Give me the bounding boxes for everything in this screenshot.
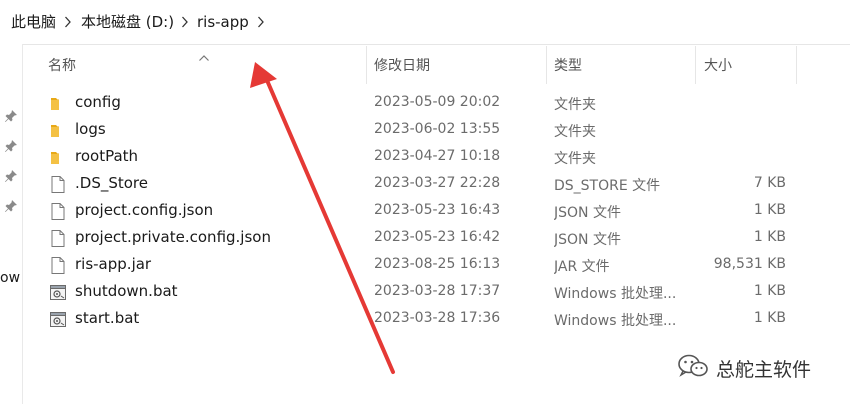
folder-icon <box>50 95 66 112</box>
breadcrumb-this-pc[interactable]: 此电脑 <box>11 13 56 31</box>
file-name: rootPath <box>75 147 139 165</box>
file-type: JSON 文件 <box>554 232 621 248</box>
file-type: 文件夹 <box>554 151 596 167</box>
file-row[interactable]: shutdown.bat 2023-03-28 17:37 Windows 批处理.… <box>46 279 806 306</box>
address-bar[interactable]: 此电脑 本地磁盘 (D:) ris-app <box>0 0 850 45</box>
file-type: 文件夹 <box>554 124 596 140</box>
file-size: 98,531 KB <box>713 256 786 272</box>
file-name: ris-app.jar <box>75 255 152 273</box>
watermark-text: 总舵主软件 <box>716 358 812 381</box>
file-row[interactable]: .DS_Store 2023-03-27 22:28 DS_STORE 文件 7 KB <box>46 171 806 198</box>
file-size: 1 KB <box>753 202 786 218</box>
file-name: project.config.json <box>75 201 214 219</box>
column-header-type[interactable]: 类型 <box>554 55 582 75</box>
column-divider[interactable] <box>695 46 696 84</box>
nav-item-label[interactable]: ow <box>0 270 20 286</box>
sort-ascending-icon <box>198 47 210 66</box>
file-modified-date: 2023-08-25 16:13 <box>374 256 501 272</box>
file-type: DS_STORE 文件 <box>554 178 661 194</box>
pin-icon[interactable] <box>4 198 18 212</box>
pin-icon[interactable] <box>4 138 18 152</box>
file-icon <box>50 230 66 247</box>
file-name: .DS_Store <box>75 174 148 192</box>
file-modified-date: 2023-06-02 13:55 <box>374 121 501 137</box>
batch-file-icon <box>50 311 66 328</box>
column-divider[interactable] <box>796 46 797 84</box>
file-name: shutdown.bat <box>75 282 178 300</box>
file-modified-date: 2023-03-27 22:28 <box>374 175 501 191</box>
file-icon <box>50 203 66 220</box>
file-size: 1 KB <box>753 310 786 326</box>
file-type: 文件夹 <box>554 97 596 113</box>
folder-icon <box>50 149 66 166</box>
file-type: JAR 文件 <box>554 259 610 275</box>
file-icon <box>50 176 66 193</box>
chevron-right-icon[interactable] <box>180 13 190 31</box>
navigation-pane[interactable]: ow <box>0 44 23 404</box>
file-row[interactable]: ris-app.jar 2023-08-25 16:13 JAR 文件 98,531 … <box>46 252 806 279</box>
file-modified-date: 2023-03-28 17:37 <box>374 283 501 299</box>
file-type: Windows 批处理... <box>554 313 677 329</box>
breadcrumb-local-disk[interactable]: 本地磁盘 (D:) <box>81 13 174 31</box>
file-row[interactable]: rootPath 2023-04-27 10:18 文件夹 <box>46 144 806 171</box>
file-size: 1 KB <box>753 283 786 299</box>
file-size: 1 KB <box>753 229 786 245</box>
file-row[interactable]: config 2023-05-09 20:02 文件夹 <box>46 90 806 117</box>
chevron-right-icon[interactable] <box>63 13 73 31</box>
watermark: 总舵主软件 <box>676 354 811 382</box>
file-name: project.private.config.json <box>75 228 271 246</box>
file-row[interactable]: start.bat 2023-03-28 17:36 Windows 批处理... 1… <box>46 306 806 333</box>
file-name: start.bat <box>75 309 140 327</box>
file-row[interactable]: project.private.config.json 2023-05-23 16… <box>46 225 806 252</box>
pin-icon[interactable] <box>4 108 18 122</box>
file-modified-date: 2023-05-23 16:42 <box>374 229 501 245</box>
file-row[interactable]: logs 2023-06-02 13:55 文件夹 <box>46 117 806 144</box>
column-divider[interactable] <box>366 46 367 84</box>
file-modified-date: 2023-04-27 10:18 <box>374 148 501 164</box>
wechat-icon <box>676 353 710 383</box>
chevron-right-icon[interactable] <box>256 13 266 31</box>
batch-file-icon <box>50 284 66 301</box>
file-modified-date: 2023-03-28 17:36 <box>374 310 501 326</box>
file-modified-date: 2023-05-09 20:02 <box>374 94 501 110</box>
pin-icon[interactable] <box>4 168 18 182</box>
file-type: Windows 批处理... <box>554 286 677 302</box>
file-name: config <box>75 93 121 111</box>
file-type: JSON 文件 <box>554 205 621 221</box>
file-icon <box>50 257 66 274</box>
file-name: logs <box>75 120 106 138</box>
file-size: 7 KB <box>753 175 786 191</box>
column-header-size[interactable]: 大小 <box>704 55 732 75</box>
folder-icon <box>50 122 66 139</box>
file-row[interactable]: project.config.json 2023-05-23 16:43 JSON … <box>46 198 806 225</box>
column-header-name[interactable]: 名称 <box>48 55 76 75</box>
column-header-modified[interactable]: 修改日期 <box>374 55 430 75</box>
file-modified-date: 2023-05-23 16:43 <box>374 202 501 218</box>
breadcrumb-ris-app[interactable]: ris-app <box>197 13 249 31</box>
column-divider[interactable] <box>546 46 547 84</box>
